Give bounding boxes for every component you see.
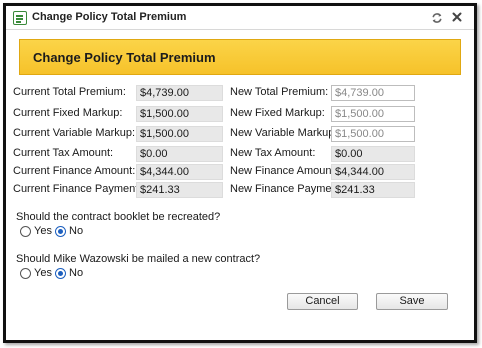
new-finance-amount-field: $4,344.00 [331, 164, 415, 180]
form-icon [13, 11, 27, 25]
new-finance-payment-field: $241.33 [331, 182, 415, 198]
new-fixed-markup-label: New Fixed Markup: [230, 107, 325, 119]
booklet-yes-label[interactable]: Yes [34, 225, 52, 237]
mail-yes-label[interactable]: Yes [34, 267, 52, 279]
new-tax-amount-field: $0.00 [331, 146, 415, 162]
new-variable-markup-label: New Variable Markup: [230, 127, 338, 139]
current-finance-amount-field: $4,344.00 [136, 164, 223, 180]
booklet-no-radio[interactable] [55, 226, 66, 237]
mail-no-radio[interactable] [55, 268, 66, 279]
banner-title: Change Policy Total Premium [33, 50, 216, 65]
cancel-button[interactable]: Cancel [287, 293, 358, 310]
close-icon[interactable] [450, 10, 464, 24]
new-finance-amount-label: New Finance Amount: [230, 165, 338, 177]
new-variable-markup-input[interactable]: $1,500.00 [331, 126, 415, 142]
new-tax-amount-label: New Tax Amount: [230, 147, 316, 159]
current-total-premium-label: Current Total Premium: [13, 86, 126, 98]
new-finance-payment-label: New Finance Payment: [230, 183, 344, 195]
mail-question: Should Mike Wazowski be mailed a new con… [16, 253, 261, 265]
current-variable-markup-field: $1,500.00 [136, 126, 223, 142]
current-finance-payment-label: Current Finance Payment: [13, 183, 142, 195]
booklet-question: Should the contract booklet be recreated… [16, 211, 221, 223]
current-fixed-markup-label: Current Fixed Markup: [13, 107, 123, 119]
dialog-window: Change Policy Total Premium Change Polic… [3, 3, 477, 343]
new-fixed-markup-input[interactable]: $1,500.00 [331, 106, 415, 122]
current-fixed-markup-field: $1,500.00 [136, 106, 223, 122]
current-total-premium-field: $4,739.00 [136, 85, 223, 101]
title-bar: Change Policy Total Premium [6, 6, 474, 30]
save-button[interactable]: Save [376, 293, 448, 310]
header-banner: Change Policy Total Premium [19, 39, 461, 75]
window-title: Change Policy Total Premium [32, 11, 187, 23]
booklet-yes-radio[interactable] [20, 226, 31, 237]
current-finance-payment-field: $241.33 [136, 182, 223, 198]
current-tax-amount-field: $0.00 [136, 146, 223, 162]
current-variable-markup-label: Current Variable Markup: [13, 127, 136, 139]
current-tax-amount-label: Current Tax Amount: [13, 147, 114, 159]
refresh-icon[interactable] [430, 11, 444, 25]
booklet-no-label[interactable]: No [69, 225, 83, 237]
mail-no-label[interactable]: No [69, 267, 83, 279]
current-finance-amount-label: Current Finance Amount: [13, 165, 136, 177]
mail-yes-radio[interactable] [20, 268, 31, 279]
new-total-premium-input[interactable]: $4,739.00 [331, 85, 415, 101]
new-total-premium-label: New Total Premium: [230, 86, 329, 98]
